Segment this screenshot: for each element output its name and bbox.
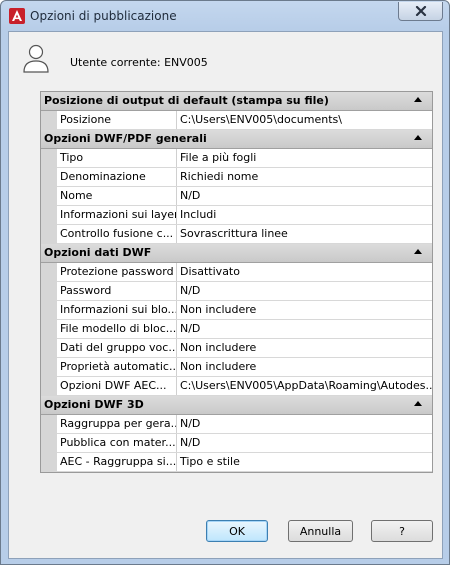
row-gutter	[41, 301, 57, 320]
help-button[interactable]: ?	[371, 520, 433, 542]
collapse-caret-icon[interactable]	[414, 135, 422, 140]
property-row[interactable]: File modello di bloc... N/D	[41, 320, 432, 339]
window-title: Opzioni di pubblicazione	[30, 9, 177, 23]
property-name: Denominazione	[57, 168, 177, 186]
property-row[interactable]: Protezione password Disattivato	[41, 263, 432, 282]
property-value[interactable]: C:\Users\ENV005\documents\	[177, 111, 432, 129]
row-gutter	[41, 282, 57, 301]
row-gutter	[41, 320, 57, 339]
property-row[interactable]: Denominazione Richiedi nome	[41, 168, 432, 187]
property-name: AEC - Raggruppa si...	[57, 453, 177, 471]
row-gutter	[41, 263, 57, 282]
close-icon	[415, 6, 426, 16]
property-value[interactable]: Sovrascrittura linee	[177, 225, 432, 243]
property-row[interactable]: Pubblica con mater... N/D	[41, 434, 432, 453]
row-gutter	[41, 415, 57, 434]
property-value[interactable]: Tipo e stile	[177, 453, 432, 471]
property-row[interactable]: AEC - Raggruppa si... Tipo e stile	[41, 453, 432, 472]
property-row[interactable]: Controllo fusione c... Sovrascrittura lin…	[41, 225, 432, 244]
section-title: Opzioni DWF 3D	[44, 398, 144, 411]
dialog-client-area: Utente corrente: ENV005 Posizione di out…	[8, 31, 443, 559]
property-name: Proprietà automatic...	[57, 358, 177, 376]
collapse-caret-icon[interactable]	[414, 249, 422, 254]
user-icon	[23, 44, 49, 73]
collapse-caret-icon[interactable]	[414, 97, 422, 102]
property-value[interactable]: N/D	[177, 434, 432, 452]
section-title: Posizione di output di default (stampa s…	[44, 94, 329, 107]
property-value[interactable]: Includi	[177, 206, 432, 224]
property-row[interactable]: Opzioni DWF AEC... C:\Users\ENV005\AppDat…	[41, 377, 432, 396]
property-name: Pubblica con mater...	[57, 434, 177, 452]
collapse-caret-icon[interactable]	[414, 401, 422, 406]
property-name: Opzioni DWF AEC...	[57, 377, 177, 395]
section-header[interactable]: Opzioni DWF/PDF generali	[41, 130, 432, 149]
row-gutter	[41, 111, 57, 130]
section-header[interactable]: Opzioni dati DWF	[41, 244, 432, 263]
property-name: Controllo fusione c...	[57, 225, 177, 243]
property-row[interactable]: Password N/D	[41, 282, 432, 301]
row-gutter	[41, 453, 57, 472]
property-row[interactable]: Tipo File a più fogli	[41, 149, 432, 168]
property-value[interactable]: Non includere	[177, 339, 432, 357]
property-value[interactable]: Non includere	[177, 301, 432, 319]
row-gutter	[41, 187, 57, 206]
row-gutter	[41, 358, 57, 377]
property-name: File modello di bloc...	[57, 320, 177, 338]
property-row[interactable]: Raggruppa per gera... N/D	[41, 415, 432, 434]
section-title: Opzioni dati DWF	[44, 246, 152, 259]
row-gutter	[41, 377, 57, 396]
title-bar[interactable]: Opzioni di pubblicazione	[1, 1, 449, 31]
row-gutter	[41, 206, 57, 225]
property-name: Tipo	[57, 149, 177, 167]
property-name: Password	[57, 282, 177, 300]
property-name: Informazioni sui layer	[57, 206, 177, 224]
property-value[interactable]: N/D	[177, 415, 432, 433]
property-name: Raggruppa per gera...	[57, 415, 177, 433]
property-row[interactable]: Posizione C:\Users\ENV005\documents\	[41, 111, 432, 130]
property-row[interactable]: Proprietà automatic... Non includere	[41, 358, 432, 377]
close-button[interactable]	[398, 2, 443, 21]
property-value[interactable]: Richiedi nome	[177, 168, 432, 186]
ok-button[interactable]: OK	[206, 520, 268, 542]
property-name: Dati del gruppo voc...	[57, 339, 177, 357]
property-value[interactable]: C:\Users\ENV005\AppData\Roaming\Autodes.…	[177, 377, 432, 395]
section-title: Opzioni DWF/PDF generali	[44, 132, 207, 145]
row-gutter	[41, 225, 57, 244]
property-value[interactable]: N/D	[177, 320, 432, 338]
row-gutter	[41, 168, 57, 187]
property-row[interactable]: Informazioni sui layer Includi	[41, 206, 432, 225]
property-name: Protezione password	[57, 263, 177, 281]
row-gutter	[41, 339, 57, 358]
property-value[interactable]: Disattivato	[177, 263, 432, 281]
current-user-label: Utente corrente: ENV005	[70, 56, 208, 69]
property-name: Informazioni sui blo...	[57, 301, 177, 319]
property-value[interactable]: N/D	[177, 187, 432, 205]
publish-options-property-grid: Posizione di output di default (stampa s…	[40, 91, 433, 473]
property-value[interactable]: Non includere	[177, 358, 432, 376]
property-name: Nome	[57, 187, 177, 205]
cancel-button[interactable]: Annulla	[288, 520, 353, 542]
property-row[interactable]: Nome N/D	[41, 187, 432, 206]
row-gutter	[41, 149, 57, 168]
section-header[interactable]: Opzioni DWF 3D	[41, 396, 432, 415]
property-row[interactable]: Informazioni sui blo... Non includere	[41, 301, 432, 320]
property-row[interactable]: Dati del gruppo voc... Non includere	[41, 339, 432, 358]
row-gutter	[41, 434, 57, 453]
property-name: Posizione	[57, 111, 177, 129]
autocad-app-icon	[9, 8, 25, 24]
property-value[interactable]: N/D	[177, 282, 432, 300]
property-value[interactable]: File a più fogli	[177, 149, 432, 167]
section-header[interactable]: Posizione di output di default (stampa s…	[41, 92, 432, 111]
publish-options-dialog: Opzioni di pubblicazione Utente corrente…	[0, 0, 450, 565]
